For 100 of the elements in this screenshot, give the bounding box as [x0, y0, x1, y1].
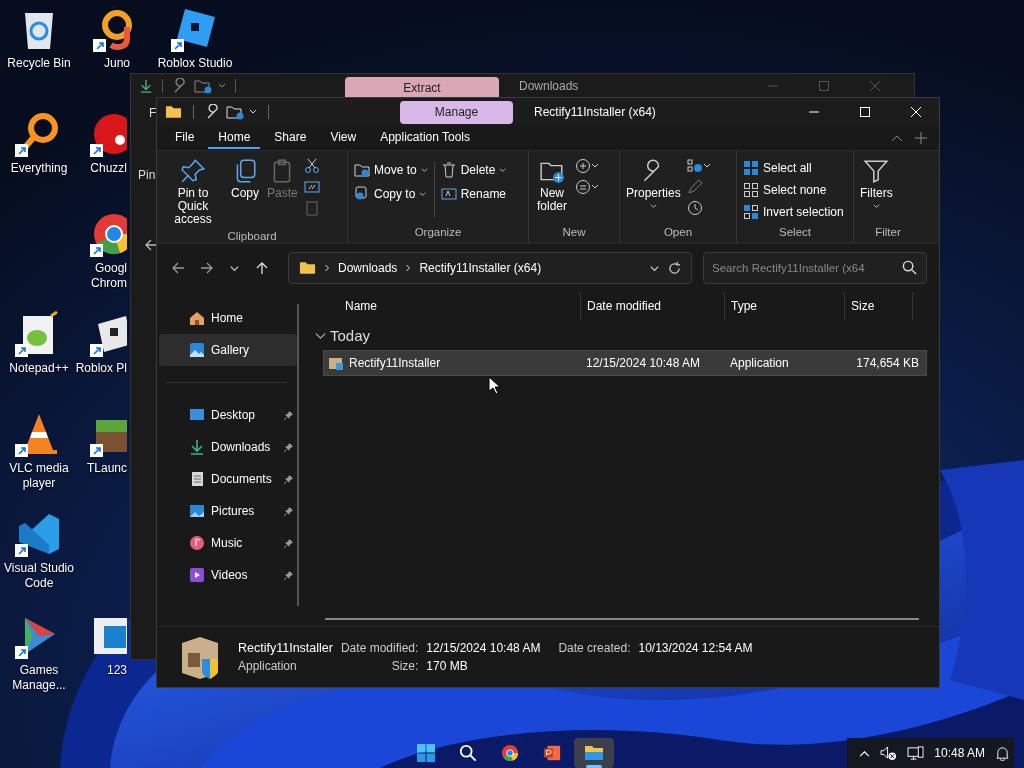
caret-icon [649, 203, 657, 210]
invert-selection-icon [743, 204, 759, 220]
pin-icon[interactable] [284, 570, 293, 580]
icon-label: VLC media player [9, 461, 69, 491]
move-to-button[interactable]: Move to [352, 160, 430, 180]
column-header[interactable]: Type [725, 292, 845, 320]
new-item-icon[interactable] [575, 158, 599, 174]
refresh-icon[interactable] [668, 261, 681, 275]
up-arrow-icon[interactable] [255, 261, 269, 275]
column-header[interactable]: Name [315, 292, 581, 320]
folder-icon [584, 743, 604, 763]
icon-label: 123 [105, 663, 127, 678]
nav-item[interactable]: Downloads [159, 431, 297, 463]
filters-button[interactable]: Filters [858, 154, 895, 214]
copy-path-icon[interactable] [303, 179, 320, 195]
new-folder-button[interactable]: New folder [533, 154, 571, 217]
chevron-right-icon [405, 264, 412, 272]
properties-button[interactable]: Properties [624, 154, 683, 214]
caret-icon[interactable] [249, 108, 257, 116]
window-title: Downloads [519, 79, 580, 93]
breadcrumb[interactable]: Downloads [338, 261, 398, 275]
folder-icon [354, 162, 370, 178]
download-icon[interactable] [139, 78, 153, 94]
table-cell: Rectify11Installer [349, 356, 441, 370]
history-icon[interactable] [686, 200, 703, 216]
collapse-ribbon-icon[interactable] [891, 134, 903, 142]
group-header[interactable]: Today [315, 320, 927, 350]
nav-item[interactable]: Documents [159, 463, 297, 495]
table-cell-text: Application [729, 356, 790, 370]
delete-button[interactable]: Delete [438, 160, 509, 180]
address-bar[interactable]: Downloads Rectify11Installer (x64) [288, 252, 692, 284]
context-tab[interactable]: Extract [345, 77, 499, 98]
select-none-button[interactable]: Select none [741, 180, 846, 200]
nav-item[interactable]: Music [159, 527, 297, 559]
plus-icon[interactable] [915, 132, 927, 144]
pin-icon[interactable] [284, 442, 293, 452]
new-folder-icon[interactable] [226, 104, 244, 120]
forward-arrow-icon[interactable] [200, 261, 214, 275]
taskbar-button[interactable] [574, 738, 614, 768]
group-label: Open [662, 226, 694, 240]
back-arrow-icon[interactable] [144, 238, 158, 252]
new-folder-icon[interactable] [194, 78, 212, 94]
open-icon[interactable] [686, 158, 711, 174]
nav-item[interactable]: Gallery [159, 334, 297, 366]
nav-item[interactable]: Pictures [159, 495, 297, 527]
pin-icon[interactable] [284, 474, 293, 484]
menu-tab[interactable]: F [149, 106, 157, 120]
group-label: Filter [874, 226, 902, 240]
gallery-icon [189, 342, 205, 358]
scissors-icon[interactable] [303, 158, 320, 174]
document-icon [189, 471, 205, 487]
back-arrow-icon[interactable] [171, 261, 185, 275]
easy-access-icon[interactable] [575, 179, 599, 195]
pin-icon[interactable] [284, 410, 293, 420]
icon-label: Roblox Pl [77, 361, 127, 376]
file-name: Rectify11Installer [238, 641, 333, 655]
nav-item[interactable]: Videos [159, 559, 297, 591]
download-icon [189, 439, 205, 455]
column-header[interactable]: Date modified [581, 292, 725, 320]
copy-icon [354, 186, 370, 202]
group-label: New [561, 226, 587, 240]
search-icon[interactable] [902, 260, 917, 275]
pin-button[interactable]: Pin to Quick access [161, 154, 225, 230]
context-tab[interactable]: Manage [400, 100, 513, 124]
scrollbar[interactable] [325, 618, 919, 620]
pin-icon[interactable] [284, 506, 293, 516]
ribbon-tab[interactable]: Share [264, 127, 317, 149]
select-all-icon [743, 160, 759, 176]
muted-speaker-icon[interactable] [880, 745, 898, 761]
file-row[interactable]: Rectify11Installer 12/15/2024 10:48 AM Application 174,654 KB [323, 350, 927, 376]
ribbon-tab[interactable]: View [320, 127, 367, 149]
installer-icon [328, 355, 344, 371]
ribbon-label[interactable]: Pin [138, 168, 156, 182]
nav-item[interactable]: Desktop [159, 399, 297, 431]
home-icon [189, 310, 205, 326]
detail-label: Date modified: [340, 641, 419, 655]
pin-icon [180, 158, 206, 184]
rename-button[interactable]: Rename [438, 184, 509, 204]
icon-label: Chuzzl [89, 161, 127, 176]
nav-item[interactable]: Home [159, 302, 297, 334]
breadcrumb[interactable]: Rectify11Installer (x64) [419, 261, 542, 275]
chevron-up-icon[interactable] [859, 749, 871, 757]
icon-label: Visual Studio Code [4, 561, 74, 591]
select-all-button[interactable]: Select all [741, 158, 846, 178]
column-header[interactable]: Size [845, 292, 913, 320]
copy-to-button[interactable]: Copy to [352, 184, 430, 204]
ribbon-tab[interactable]: File [165, 127, 205, 149]
browser-icon [501, 744, 519, 762]
folder-icon[interactable] [165, 105, 182, 119]
pencil-icon[interactable] [686, 179, 703, 195]
ribbon-tab[interactable]: Application Tools [370, 127, 481, 149]
notification-bell-icon[interactable] [995, 745, 1010, 761]
clock[interactable]: 10:48 AM [934, 746, 985, 760]
detail-value: 10/13/2024 12:54 AM [638, 641, 753, 655]
caret-icon [419, 190, 427, 198]
pin-icon[interactable] [284, 538, 293, 548]
invert-selection-button[interactable]: Invert selection [741, 202, 846, 222]
copy-button[interactable]: Copy [229, 154, 261, 204]
network-icon[interactable] [907, 745, 925, 761]
search-field[interactable]: Search Rectify11Installer (x64 [703, 252, 927, 284]
